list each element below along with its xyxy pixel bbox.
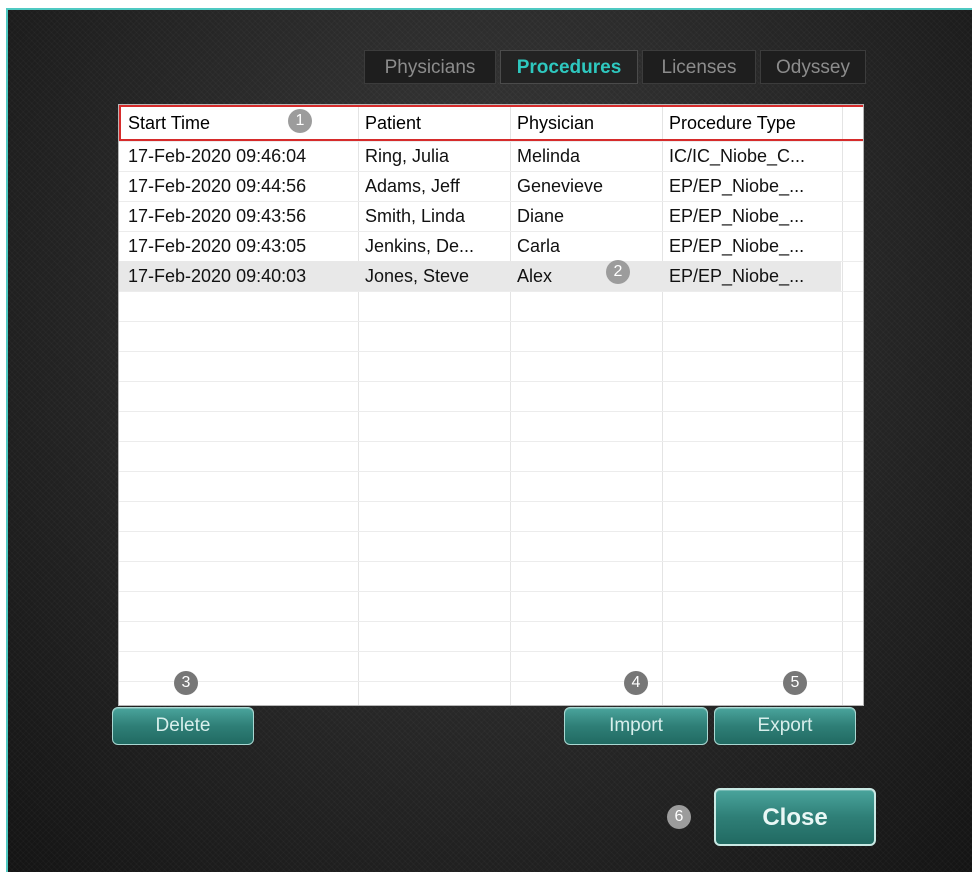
- cell-patient: Ring, Julia: [365, 146, 450, 166]
- table-row[interactable]: 17-Feb-2020 09:43:56 Smith, Linda Diane …: [119, 201, 841, 231]
- cell-patient: Smith, Linda: [365, 206, 466, 226]
- cell-start-time: 17-Feb-2020 09:40:03: [128, 266, 307, 286]
- cell-procedure-type: IC/IC_Niobe_C...: [669, 146, 806, 166]
- tab-odyssey[interactable]: Odyssey: [760, 50, 866, 84]
- cell-physician: Diane: [517, 206, 565, 226]
- cell-procedure-type: EP/EP_Niobe_...: [669, 266, 805, 286]
- cell-start-time: 17-Feb-2020 09:44:56: [128, 176, 307, 196]
- cell-start-time: 17-Feb-2020 09:46:04: [128, 146, 307, 166]
- cell-procedure-type: EP/EP_Niobe_...: [669, 176, 805, 196]
- cell-physician: Carla: [517, 236, 561, 256]
- table-row[interactable]: 17-Feb-2020 09:43:05 Jenkins, De... Carl…: [119, 231, 841, 261]
- callout-badge-1: 1: [288, 109, 312, 133]
- tab-licenses[interactable]: Licenses: [642, 50, 756, 84]
- export-button[interactable]: Export: [714, 707, 856, 745]
- cell-procedure-type: EP/EP_Niobe_...: [669, 206, 805, 226]
- cell-start-time: 17-Feb-2020 09:43:05: [128, 236, 307, 256]
- callout-badge-3: 3: [174, 671, 198, 695]
- close-button[interactable]: Close: [714, 788, 876, 846]
- cell-start-time: 17-Feb-2020 09:43:56: [128, 206, 307, 226]
- cell-physician: Melinda: [517, 146, 581, 166]
- procedures-dialog: Physicians Procedures Licenses Odyssey S…: [6, 8, 972, 872]
- table-row[interactable]: 17-Feb-2020 09:46:04 Ring, Julia Melinda…: [119, 141, 841, 171]
- callout-badge-4: 4: [624, 671, 648, 695]
- callout-badge-6: 6: [667, 805, 691, 829]
- callout-badge-2: 2: [606, 260, 630, 284]
- cell-patient: Jones, Steve: [365, 266, 470, 286]
- table-row[interactable]: 17-Feb-2020 09:44:56 Adams, Jeff Genevie…: [119, 171, 841, 201]
- cell-patient: Adams, Jeff: [365, 176, 460, 196]
- callout-badge-5: 5: [783, 671, 807, 695]
- cell-physician: Genevieve: [517, 176, 604, 196]
- procedures-table: Start Time Patient Physician Procedure T…: [118, 104, 864, 706]
- cell-procedure-type: EP/EP_Niobe_...: [669, 236, 805, 256]
- import-button[interactable]: Import: [564, 707, 708, 745]
- tab-physicians[interactable]: Physicians: [364, 50, 496, 84]
- tab-procedures[interactable]: Procedures: [500, 50, 638, 84]
- cell-patient: Jenkins, De...: [365, 236, 475, 256]
- table-row-selected[interactable]: 17-Feb-2020 09:40:03 Jones, Steve Alex E…: [119, 261, 841, 291]
- header-highlight-box: [119, 105, 863, 141]
- cell-physician: Alex: [517, 266, 553, 286]
- delete-button[interactable]: Delete: [112, 707, 254, 745]
